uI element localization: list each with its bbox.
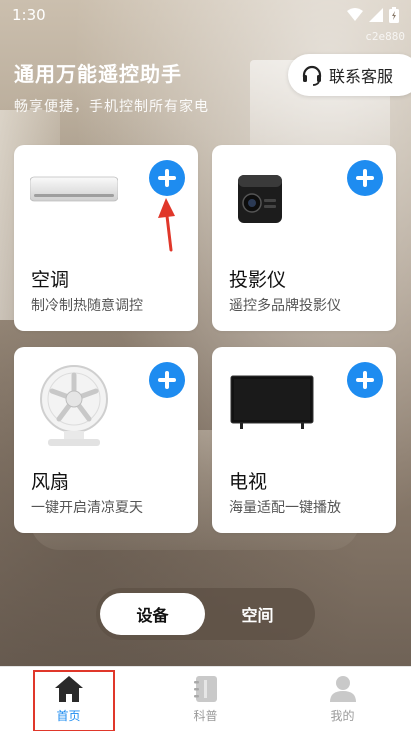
plus-icon: [158, 169, 176, 187]
battery-icon: [389, 7, 399, 23]
headset-icon: [302, 65, 322, 86]
plus-icon: [158, 371, 176, 389]
device-card-television[interactable]: 电视 海量适配一键播放: [212, 347, 396, 533]
annotation-arrow-icon: [158, 198, 175, 252]
device-name: 风扇: [31, 471, 70, 493]
page-subtitle: 畅享便捷，手机控制所有家电: [14, 99, 209, 115]
device-name: 电视: [229, 471, 268, 493]
view-toggle: 设备 空间: [96, 588, 315, 640]
nav-label: 科普: [193, 709, 218, 723]
status-time: 1:30: [12, 6, 46, 24]
page-title: 通用万能遥控助手: [14, 62, 182, 86]
device-description: 海量适配一键播放: [229, 500, 341, 516]
add-television-button[interactable]: [347, 362, 383, 398]
device-card-projector[interactable]: 投影仪 遥控多品牌投影仪: [212, 145, 396, 331]
nav-item-science[interactable]: 科普: [137, 667, 274, 731]
add-projector-button[interactable]: [347, 160, 383, 196]
fan-icon: [40, 365, 108, 446]
plus-icon: [356, 169, 374, 187]
projector-icon: [238, 175, 282, 223]
status-bar: 1:30: [0, 0, 411, 30]
device-description: 遥控多品牌投影仪: [229, 298, 341, 314]
nav-label: 首页: [56, 709, 81, 723]
plus-icon: [356, 371, 374, 389]
home-icon: [54, 676, 83, 702]
add-fan-button[interactable]: [149, 362, 185, 398]
nav-label: 我的: [330, 709, 355, 723]
device-name: 投影仪: [229, 269, 287, 291]
contact-support-button[interactable]: 联系客服: [288, 54, 411, 96]
bottom-nav: 首页 科普 我的: [0, 666, 411, 731]
device-description: 一键开启清凉夏天: [31, 500, 143, 516]
person-icon: [329, 676, 356, 702]
device-description: 制冷制热随意调控: [31, 298, 143, 314]
nav-item-profile[interactable]: 我的: [274, 667, 411, 731]
nav-item-home[interactable]: 首页: [0, 667, 137, 731]
signal-icon: [369, 8, 383, 22]
contact-support-label: 联系客服: [329, 67, 394, 86]
device-name: 空调: [31, 269, 70, 291]
tab-devices[interactable]: 设备: [100, 593, 205, 635]
notebook-icon: [193, 676, 217, 702]
tab-spaces[interactable]: 空间: [205, 593, 310, 635]
air-conditioner-icon: [30, 176, 118, 202]
status-icons: [347, 7, 399, 23]
add-air-conditioner-button[interactable]: [149, 160, 185, 196]
wifi-icon: [347, 8, 363, 21]
watermark: c2e880: [365, 30, 405, 43]
device-card-fan[interactable]: 风扇 一键开启清凉夏天: [14, 347, 198, 533]
television-icon: [230, 375, 314, 429]
